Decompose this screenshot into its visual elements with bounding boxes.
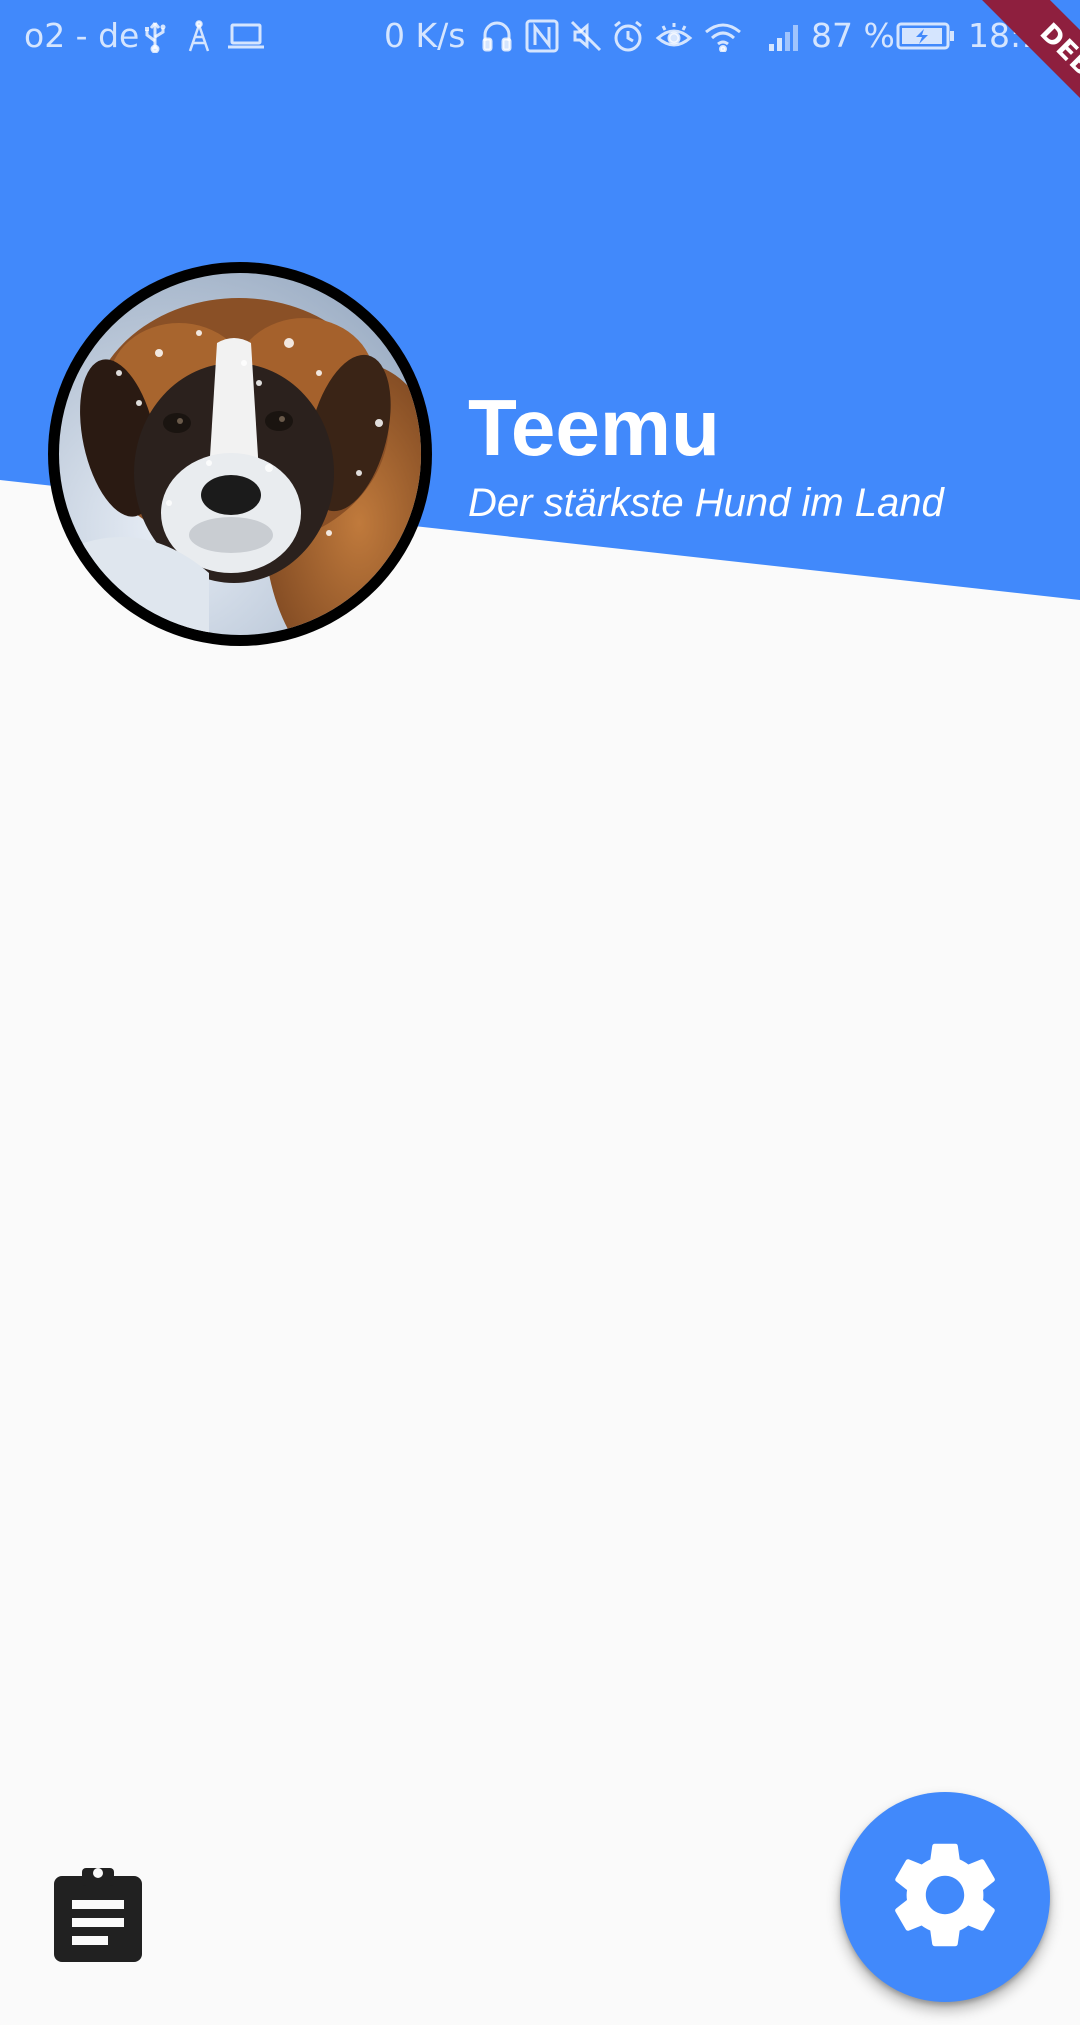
dog-photo: [59, 273, 421, 635]
clipboard-icon: [52, 1864, 144, 1968]
alarm-icon: [610, 18, 646, 54]
carrier-label: o2 - de: [24, 16, 140, 55]
debug-banner-label: DEBUG: [958, 0, 1080, 180]
network-speed: 0 K/s: [384, 16, 466, 55]
cell-tower-icon: [184, 18, 214, 54]
profile-subtitle: Der stärkste Hund im Land: [468, 481, 944, 525]
settings-gear-icon: [881, 1831, 1009, 1963]
eye-comfort-icon: [654, 18, 694, 54]
clipboard-button[interactable]: [48, 1862, 148, 1970]
settings-fab[interactable]: [840, 1792, 1050, 2002]
usb-icon: [140, 18, 170, 54]
headset-icon: [480, 18, 514, 54]
laptop-icon: [226, 18, 266, 54]
wifi-icon: [702, 18, 744, 54]
battery-percentage: 87 %: [811, 16, 895, 55]
debug-banner: DEBUG: [900, 0, 1080, 180]
nfc-icon: [524, 18, 560, 54]
mute-icon: [568, 18, 604, 54]
profile-name: Teemu: [468, 383, 720, 472]
profile-avatar: [48, 262, 432, 646]
signal-icon: [766, 18, 806, 54]
